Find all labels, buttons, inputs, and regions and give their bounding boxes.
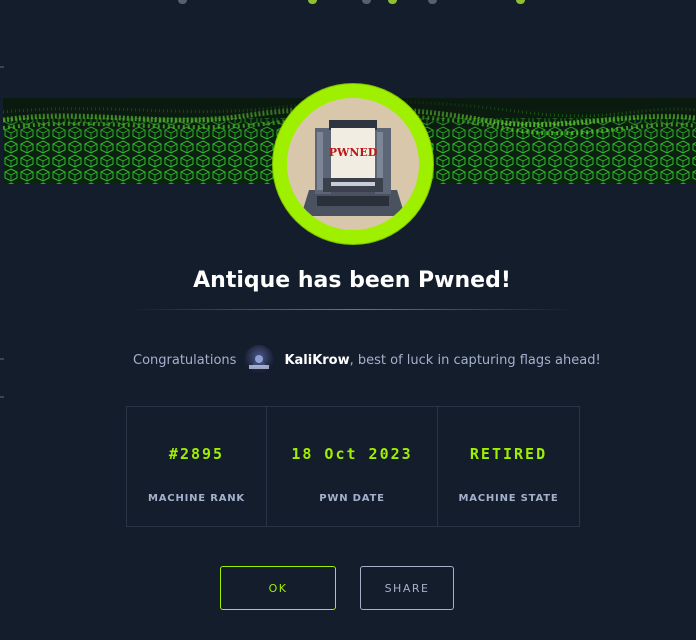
share-button[interactable]: SHARE bbox=[360, 566, 454, 610]
bg-edge-mark bbox=[0, 358, 4, 360]
user-avatar-icon[interactable] bbox=[244, 345, 275, 375]
bg-icon bbox=[516, 0, 525, 4]
pwned-stamp-text: PWNED bbox=[329, 146, 378, 159]
pwned-modal: PWNED Antique has been Pwned! Congratula… bbox=[0, 0, 696, 640]
bg-icon bbox=[308, 0, 317, 4]
congrats-suffix: , best of luck in capturing flags ahead! bbox=[349, 352, 601, 368]
bg-icon bbox=[362, 0, 371, 4]
stat-value: 18 Oct 2023 bbox=[291, 445, 413, 463]
modal-title: Antique has been Pwned! bbox=[193, 268, 511, 293]
stat-value: #2895 bbox=[168, 445, 225, 463]
stat-pwn-date: 18 Oct 2023 PWN DATE bbox=[267, 407, 438, 526]
bg-icon bbox=[388, 0, 397, 4]
title-divider bbox=[130, 309, 575, 310]
stat-machine-rank: #2895 MACHINE RANK bbox=[127, 407, 267, 526]
stat-machine-state: RETIRED MACHINE STATE bbox=[438, 407, 579, 526]
machine-avatar: PWNED bbox=[273, 84, 433, 244]
background-topbar bbox=[0, 0, 696, 6]
bg-edge-mark bbox=[0, 396, 4, 398]
stats-panel: #2895 MACHINE RANK 18 Oct 2023 PWN DATE … bbox=[126, 406, 580, 527]
congrats-message: Congratulations KaliKrow , best of luck … bbox=[133, 345, 603, 375]
bg-icon bbox=[178, 0, 187, 4]
congrats-prefix: Congratulations bbox=[133, 352, 237, 368]
bg-icon bbox=[428, 0, 437, 4]
ok-button[interactable]: OK bbox=[220, 566, 336, 610]
stat-label: MACHINE STATE bbox=[458, 493, 559, 504]
username-link[interactable]: KaliKrow bbox=[284, 353, 349, 368]
printer-pwned-icon: PWNED bbox=[287, 98, 419, 230]
stat-label: MACHINE RANK bbox=[148, 493, 245, 504]
stat-value: RETIRED bbox=[469, 445, 548, 463]
bg-edge-mark bbox=[0, 66, 4, 68]
stat-label: PWN DATE bbox=[319, 493, 385, 504]
